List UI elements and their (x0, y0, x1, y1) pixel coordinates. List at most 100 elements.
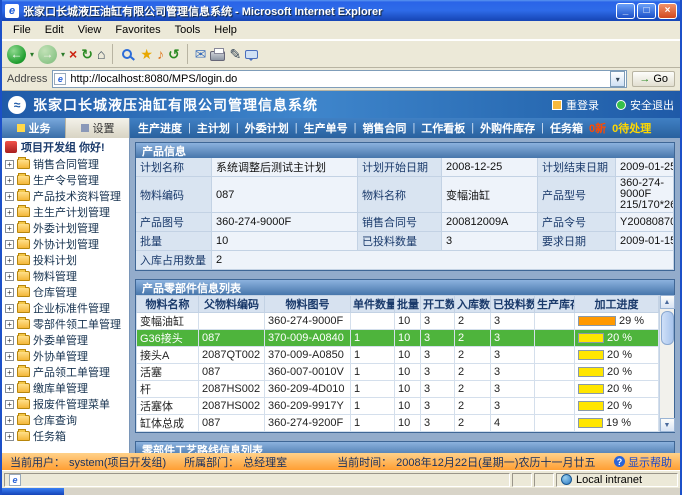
nav-item-6[interactable]: 外购件库存 (480, 120, 535, 136)
history-icon[interactable]: ↺ (168, 46, 180, 63)
close-button[interactable]: × (658, 3, 677, 19)
address-dropdown-icon[interactable]: ▾ (610, 71, 625, 87)
table-row[interactable]: G36接头087370-009-A084011032320 % (137, 330, 659, 347)
forward-icon[interactable]: → (38, 45, 57, 64)
sidebar-item-17[interactable]: +任务箱 (2, 428, 129, 444)
expand-icon[interactable]: + (5, 224, 14, 233)
nav-item-3[interactable]: 生产单号 (304, 120, 348, 136)
help-label: 显示帮助 (628, 454, 672, 470)
table-row[interactable]: 接头A2087QT002370-009-A085011032320 % (137, 347, 659, 364)
expand-icon[interactable]: + (5, 352, 14, 361)
expand-icon[interactable]: + (5, 208, 14, 217)
cell: 1 (351, 330, 395, 347)
expand-icon[interactable]: + (5, 192, 14, 201)
scroll-up-icon[interactable]: ▲ (660, 295, 675, 309)
menu-favorites[interactable]: Favorites (108, 22, 167, 38)
table-row[interactable]: 变幅油缸360-274-9000F1032329 % (137, 313, 659, 330)
sidebar-item-6[interactable]: +投料计划 (2, 252, 129, 268)
folder-icon (17, 159, 30, 169)
table-row[interactable]: 杆2087HS002360-209-4D01011032320 % (137, 381, 659, 398)
nav-item-7[interactable]: 任务箱 (550, 120, 583, 136)
refresh-icon[interactable]: ↻ (81, 46, 93, 63)
expand-icon[interactable]: + (5, 384, 14, 393)
tab-业务[interactable]: 业务 (2, 118, 65, 138)
nav-item-0[interactable]: 生产进度 (138, 120, 182, 136)
expand-icon[interactable]: + (5, 304, 14, 313)
minimize-button[interactable]: _ (616, 3, 635, 19)
menu-view[interactable]: View (71, 22, 109, 38)
sidebar-item-4[interactable]: +外委计划管理 (2, 220, 129, 236)
sidebar-item-14[interactable]: +缴库单管理 (2, 380, 129, 396)
show-help-link[interactable]: ? 显示帮助 (614, 454, 672, 470)
go-button[interactable]: → Go (632, 71, 675, 87)
expand-icon[interactable]: + (5, 368, 14, 377)
expand-icon[interactable]: + (5, 336, 14, 345)
favorites-icon[interactable]: ★ (140, 46, 153, 63)
sidebar-item-15[interactable]: +报废件管理菜单 (2, 396, 129, 412)
discuss-icon[interactable] (245, 50, 258, 59)
sidebar-item-3[interactable]: +主生产计划管理 (2, 204, 129, 220)
home-icon[interactable]: ⌂ (97, 46, 105, 62)
expand-icon[interactable]: + (5, 272, 14, 281)
menu-help[interactable]: Help (207, 22, 244, 38)
table-row[interactable]: 缸体总成087360-274-9200F11032419 % (137, 415, 659, 432)
sidebar-item-2[interactable]: +产品技术资料管理 (2, 188, 129, 204)
sidebar-item-5[interactable]: +外协计划管理 (2, 236, 129, 252)
expand-icon[interactable]: + (5, 160, 14, 169)
forward-dropdown-icon[interactable]: ▾ (61, 50, 65, 59)
tab-设置[interactable]: 设置 (65, 118, 129, 138)
menu-edit[interactable]: Edit (38, 22, 71, 38)
parts-scrollbar[interactable]: ▲ ▼ (659, 295, 674, 432)
sidebar-item-11[interactable]: +外委单管理 (2, 332, 129, 348)
cell: 2087HS002 (199, 398, 265, 415)
scroll-down-icon[interactable]: ▼ (660, 418, 675, 432)
sidebar-item-8[interactable]: +仓库管理 (2, 284, 129, 300)
relogin-button[interactable]: 重登录 (552, 97, 599, 113)
expand-icon[interactable]: + (5, 256, 14, 265)
sidebar-item-13[interactable]: +产品领工单管理 (2, 364, 129, 380)
sidebar-item-9[interactable]: +企业标准件管理 (2, 300, 129, 316)
maximize-button[interactable]: □ (637, 3, 656, 19)
media-icon[interactable]: ♪ (157, 46, 164, 62)
nav-separator: | (354, 122, 357, 134)
expand-icon[interactable]: + (5, 432, 14, 441)
nav-item-1[interactable]: 主计划 (197, 120, 230, 136)
sidebar-item-10[interactable]: +零部件领工单管理 (2, 316, 129, 332)
address-input[interactable]: e http://localhost:8080/MPS/login.do ▾ (52, 70, 627, 88)
sidebar-item-12[interactable]: +外协单管理 (2, 348, 129, 364)
back-icon[interactable]: ← (7, 45, 26, 64)
expand-icon[interactable]: + (5, 400, 14, 409)
expand-icon[interactable]: + (5, 288, 14, 297)
progress-cell: 20 % (575, 398, 659, 415)
nav-item-2[interactable]: 外委计划 (245, 120, 289, 136)
expand-icon[interactable]: + (5, 416, 14, 425)
scroll-thumb[interactable] (661, 311, 674, 345)
table-row[interactable]: 活塞087360-007-0010V11032320 % (137, 364, 659, 381)
nav-item-4[interactable]: 销售合同 (362, 120, 406, 136)
start-button-fragment[interactable] (2, 488, 64, 495)
mail-icon[interactable]: ✉ (195, 46, 207, 63)
sidebar-item-7[interactable]: +物料管理 (2, 268, 129, 284)
expand-icon[interactable]: + (5, 320, 14, 329)
sidebar-item-16[interactable]: +仓库查询 (2, 412, 129, 428)
back-dropdown-icon[interactable]: ▾ (30, 50, 34, 59)
cell (535, 313, 575, 330)
search-icon[interactable] (122, 49, 132, 59)
sidebar-item-1[interactable]: +生产令号管理 (2, 172, 129, 188)
cell: 2087HS002 (199, 381, 265, 398)
nav-item-5[interactable]: 工作看板 (421, 120, 465, 136)
cell (535, 347, 575, 364)
cell: 1 (351, 398, 395, 415)
expand-icon[interactable]: + (5, 240, 14, 249)
table-row[interactable]: 活塞体2087HS002360-209-9917Y11032320 % (137, 398, 659, 415)
print-icon[interactable] (210, 51, 225, 61)
edit-icon[interactable]: ✎ (229, 46, 241, 63)
sidebar-item-0[interactable]: +销售合同管理 (2, 156, 129, 172)
app-header: ≈ 张家口长城液压油缸有限公司管理信息系统 重登录 安全退出 (2, 91, 680, 118)
menu-tools[interactable]: Tools (168, 22, 208, 38)
stop-icon[interactable]: × (69, 46, 77, 62)
logout-button[interactable]: 安全退出 (616, 97, 674, 113)
expand-icon[interactable]: + (5, 176, 14, 185)
menu-file[interactable]: File (6, 22, 38, 38)
route-section: 零部件工艺路线信息列表 序号工序名称加工要求总任务数可派工数已完工数自加工已派工… (135, 441, 675, 453)
